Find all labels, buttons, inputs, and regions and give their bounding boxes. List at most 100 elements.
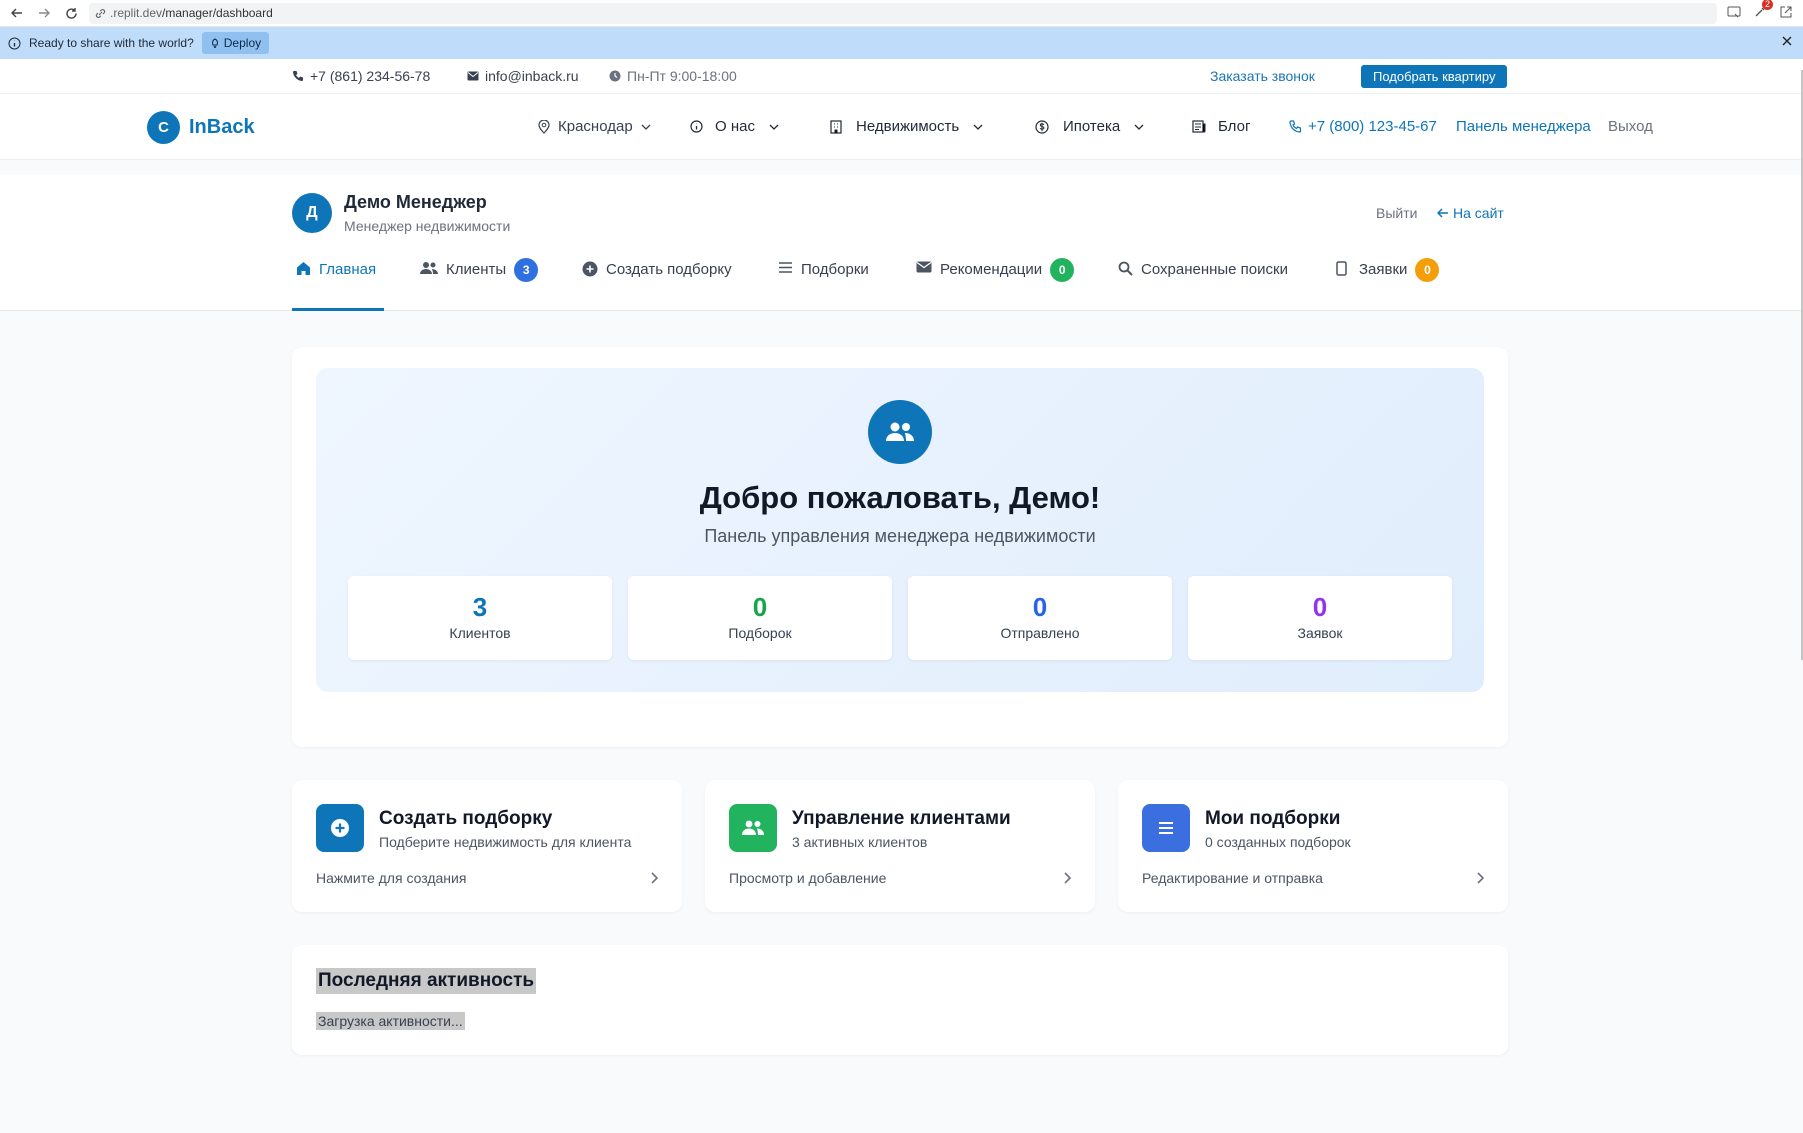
users-icon — [729, 804, 777, 852]
back-to-site-label: На сайт — [1453, 205, 1504, 221]
stat-value: 0 — [1312, 592, 1328, 622]
tab-clients[interactable]: Клиенты 3 — [420, 258, 539, 311]
plus-circle-icon — [316, 804, 364, 852]
my-selections-card[interactable]: Мои подборки 0 созданных подборок Редакт… — [1118, 780, 1508, 912]
tab-requests[interactable]: Заявки 0 — [1336, 258, 1440, 311]
back-icon[interactable] — [8, 4, 26, 22]
list-icon — [778, 261, 793, 274]
phone-icon — [1289, 120, 1302, 133]
nav-blog[interactable]: Блог — [1192, 118, 1250, 135]
manager-name: Демо Менеджер — [344, 192, 487, 212]
list-icon — [1142, 804, 1190, 852]
logo-mark: C — [147, 111, 180, 144]
url-path: /manager/dashboard — [162, 6, 273, 20]
topbar-email-text: info@inback.ru — [485, 68, 579, 84]
url-prefix: .replit.dev — [110, 6, 163, 20]
topbar-hours-text: Пн-Пт 9:00-18:00 — [627, 68, 737, 84]
extension-badge: 2 — [1761, 0, 1773, 10]
card-title: Мои подборки — [1205, 808, 1341, 829]
tab-create-selection[interactable]: Создать подборку — [582, 261, 732, 311]
topbar-phone[interactable]: +7 (861) 234-56-78 — [292, 68, 430, 84]
nav-manager-panel[interactable]: Панель менеджера — [1456, 118, 1591, 135]
address-bar[interactable]: .replit.dev/manager/dashboard — [89, 2, 1717, 24]
building-icon — [830, 119, 842, 134]
nav-about-label: О нас — [715, 118, 755, 135]
banner-text: Ready to share with the world? — [29, 36, 194, 50]
reload-icon[interactable] — [62, 4, 80, 22]
tab-label: Рекомендации — [940, 261, 1043, 278]
stat-requests: 0 Заявок — [1188, 576, 1452, 660]
deploy-button[interactable]: Deploy — [201, 32, 270, 54]
tab-selections[interactable]: Подборки — [778, 261, 869, 311]
info-icon — [8, 37, 21, 50]
tab-saved-searches[interactable]: Сохраненные поиски — [1118, 261, 1288, 311]
clock-icon — [609, 70, 621, 82]
cast-icon[interactable] — [1727, 5, 1743, 21]
envelope-icon — [916, 261, 932, 273]
avatar: Д — [292, 193, 332, 233]
back-to-site-link[interactable]: На сайт — [1437, 205, 1504, 221]
welcome-panel: Добро пожаловать, Демо! Панель управлени… — [316, 368, 1484, 692]
requests-count-badge: 0 — [1415, 258, 1440, 282]
newspaper-icon — [1192, 120, 1206, 133]
site-info-icon[interactable] — [95, 8, 106, 19]
stat-label: Подборок — [728, 625, 792, 641]
tab-label: Клиенты — [446, 261, 507, 278]
exit-link[interactable]: Выйти — [1376, 205, 1417, 221]
users-icon — [420, 261, 438, 275]
welcome-subtitle: Панель управления менеджера недвижимости — [704, 526, 1096, 546]
nav-mortgage[interactable]: Ипотека — [1035, 118, 1144, 135]
arrow-left-icon — [1437, 208, 1449, 218]
logo-text: InBack — [189, 116, 255, 138]
stat-value: 3 — [472, 592, 488, 622]
create-selection-card[interactable]: Создать подборку Подберите недвижимость … — [292, 780, 682, 912]
mobile-phone-icon — [1336, 261, 1347, 276]
card-footer: Нажмите для создания — [316, 870, 467, 886]
extension-icon[interactable]: 2 — [1753, 0, 1773, 21]
main-navigation: C InBack Краснодар О нас Недвижимость Ип… — [0, 94, 1803, 160]
stat-value: 0 — [752, 592, 768, 622]
close-icon[interactable] — [1781, 35, 1793, 47]
chevron-right-icon — [1477, 872, 1484, 884]
nav-mortgage-label: Ипотека — [1063, 118, 1121, 135]
nav-phone[interactable]: +7 (800) 123-45-67 — [1289, 118, 1437, 135]
nav-realty-label: Недвижимость — [856, 118, 960, 135]
pick-apartment-button[interactable]: Подобрать квартиру — [1361, 65, 1508, 88]
card-title: Создать подборку — [379, 808, 553, 829]
deploy-banner: Ready to share with the world? Deploy — [0, 27, 1803, 59]
callback-link[interactable]: Заказать звонок — [1210, 68, 1315, 84]
card-description: 0 созданных подборок — [1205, 834, 1351, 850]
manager-role: Менеджер недвижимости — [344, 218, 511, 234]
deploy-icon — [210, 38, 220, 48]
plus-circle-icon — [582, 261, 598, 277]
tab-label: Создать подборку — [606, 261, 732, 278]
recent-activity-card: Последняя активность Загрузка активности… — [292, 945, 1508, 1055]
nav-about[interactable]: О нас — [690, 118, 779, 135]
manage-clients-card[interactable]: Управление клиентами 3 активных клиентов… — [705, 780, 1095, 912]
logo[interactable]: C InBack — [147, 111, 255, 144]
tab-label: Заявки — [1359, 261, 1408, 278]
card-description: Подберите недвижимость для клиента — [379, 834, 632, 850]
tab-recommendations[interactable]: Рекомендации 0 — [916, 258, 1075, 311]
home-icon — [296, 261, 311, 276]
tab-home[interactable]: Главная — [292, 261, 384, 311]
users-icon — [868, 400, 932, 464]
chevron-down-icon — [641, 124, 651, 130]
dollar-circle-icon — [1035, 119, 1049, 134]
nav-city-selector[interactable]: Краснодар — [538, 118, 651, 135]
tab-label: Главная — [319, 261, 377, 278]
activity-title: Последняя активность — [316, 968, 537, 994]
chevron-right-icon — [1064, 872, 1071, 884]
card-description: 3 активных клиентов — [792, 834, 928, 850]
nav-blog-label: Блог — [1218, 118, 1251, 135]
stat-label: Отправлено — [1000, 625, 1080, 641]
nav-realty[interactable]: Недвижимость — [830, 118, 983, 135]
nav-phone-text: +7 (800) 123-45-67 — [1308, 118, 1437, 135]
forward-icon[interactable] — [35, 4, 53, 22]
stat-sent: 0 Отправлено — [908, 576, 1172, 660]
open-external-icon[interactable] — [1779, 5, 1795, 21]
topbar-email[interactable]: info@inback.ru — [467, 68, 579, 84]
deploy-label: Deploy — [223, 36, 262, 50]
card-title: Управление клиентами — [792, 808, 1011, 829]
nav-logout[interactable]: Выход — [1608, 118, 1653, 135]
